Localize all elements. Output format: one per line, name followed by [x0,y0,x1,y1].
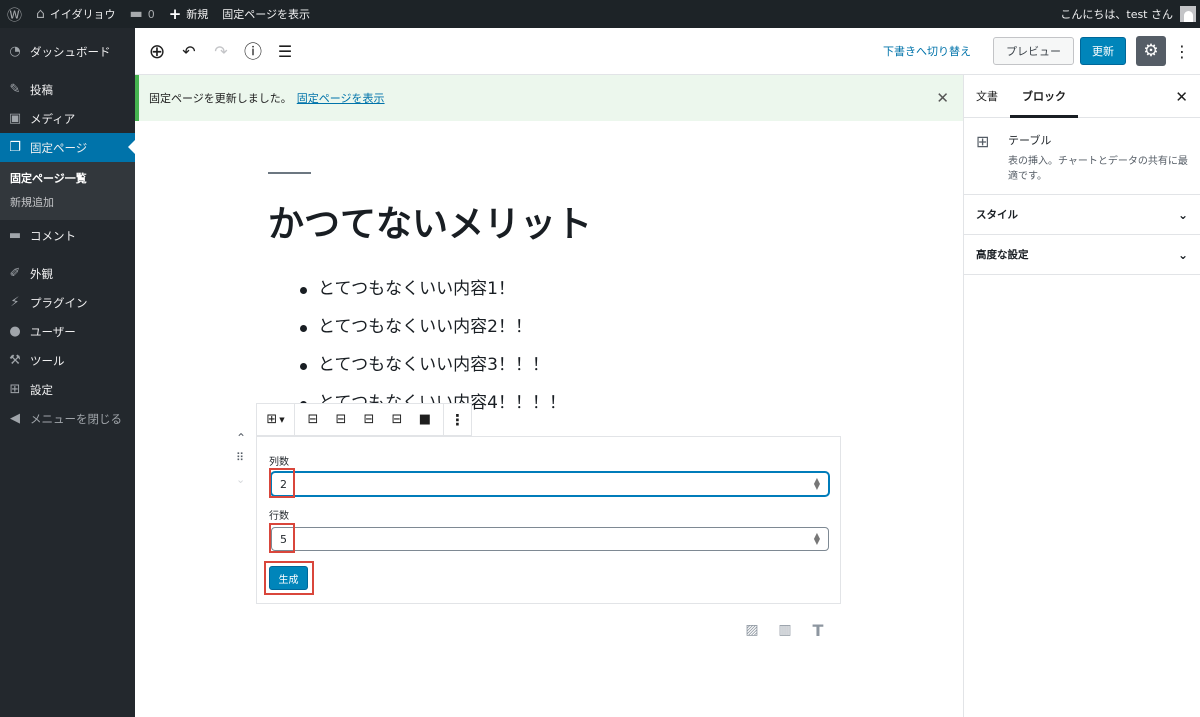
avatar[interactable] [1180,6,1196,22]
home-icon: ⌂ [36,6,45,22]
table-placeholder: 列数 2 ▲ ▼ 行数 5 ▲ ▼ 生成 [256,436,841,604]
switch-to-draft-button[interactable]: 下書きへ切り替え [883,43,971,59]
sidebar-item-pages[interactable]: ❐ 固定ページ [0,133,135,162]
dashboard-icon: ◔ [9,44,21,59]
block-card: ⊞ テーブル 表の挿入。チャートとデータの共有に最適です。 [964,118,1200,195]
image-icon[interactable]: ▨ [742,620,762,640]
highlight-box [269,523,295,553]
preview-button[interactable]: プレビュー [993,37,1074,65]
table-icon: ⊞ [976,132,990,151]
sidebar-item-settings[interactable]: ⊞ 設定 [0,375,135,404]
separator-block[interactable] [268,172,311,174]
align-right-icon[interactable]: ⊟ [355,412,383,427]
sidebar-item-appearance[interactable]: ✐ 外観 [0,259,135,288]
align-center-icon[interactable]: ⊟ [327,412,355,427]
tab-block[interactable]: ブロック [1010,75,1078,118]
move-down-icon[interactable]: ⌄ [236,473,245,486]
move-up-icon[interactable]: ⌃ [236,431,246,445]
list-item[interactable]: とてつもなくいい内容2！！ [300,314,566,352]
text-icon[interactable]: T [808,620,828,640]
undo-icon[interactable]: ↶ [173,35,205,67]
block-more-icon[interactable]: ⋮ [444,411,471,429]
advanced-panel-toggle[interactable]: 高度な設定 ⌄ [964,235,1200,275]
rows-label: 行数 [269,511,289,522]
caret-down-icon: ▼ [279,415,285,424]
align-wide-icon[interactable]: ⊟ [383,412,411,427]
sidebar-item-plugins[interactable]: ⚡ プラグイン [0,288,135,317]
notice-text: 固定ページを更新しました。 [149,92,292,105]
tab-document[interactable]: 文書 [964,75,1010,118]
update-notice: 固定ページを更新しました。 固定ページを表示 ✕ [135,75,963,121]
block-card-description: 表の挿入。チャートとデータの共有に最適です。 [1008,156,1188,182]
list-item[interactable]: とてつもなくいい内容1！ [300,276,566,314]
rows-input[interactable]: 5 ▲ ▼ [271,527,829,551]
settings-sidebar: 文書 ブロック ✕ ⊞ テーブル 表の挿入。チャートとデータの共有に最適です。 … [963,75,1200,717]
spinner-icon[interactable]: ▲ ▼ [814,477,820,491]
settings-icon: ⊞ [9,382,21,397]
table-block-switcher[interactable]: ⊞ ▼ [257,404,295,435]
update-button[interactable]: 更新 [1080,37,1126,65]
submenu-add-new[interactable]: 新規追加 [0,191,135,215]
heading-block[interactable]: かつてないメリット [268,195,592,247]
plugin-icon: ⚡ [10,295,20,310]
admin-bar: Ⓦ ⌂ イイダリョウ ▬ 0 + 新規 固定ページを表示 こんにちは、test さん [0,0,1200,28]
sidebar-item-media[interactable]: ▣ メディア [0,104,135,133]
table-icon: ⊞ [266,412,278,427]
sidebar-item-comments[interactable]: ▬ コメント [0,221,135,250]
admin-sidebar: ◔ ダッシュボード ✎ 投稿 ▣ メディア ❐ 固定ページ 固定ページ一覧 新規追加 ▬… [0,28,135,717]
comment-icon: ▬ [8,228,22,243]
media-icon: ▣ [8,111,22,126]
info-icon[interactable]: ⓘ [237,35,269,67]
style-panel-toggle[interactable]: スタイル ⌄ [964,195,1200,235]
user-icon: ● [9,324,21,339]
more-options-icon[interactable]: ⋮ [1172,36,1192,66]
brush-icon: ✐ [9,266,21,281]
chevron-down-icon: ⌄ [1177,247,1188,262]
spinner-icon[interactable]: ▲ ▼ [814,532,820,546]
drag-handle-icon[interactable]: ⠿ [236,451,244,464]
collapse-icon: ◀ [10,411,20,426]
wordpress-logo-icon[interactable]: Ⓦ [0,0,29,28]
plus-icon: + [168,5,182,23]
site-name-link[interactable]: ⌂ イイダリョウ [29,0,122,28]
highlight-box [264,561,314,595]
sidebar-item-tools[interactable]: ⚒ ツール [0,346,135,375]
submenu-all-pages[interactable]: 固定ページ一覧 [0,167,135,191]
comment-icon: ▬ [129,6,143,22]
page-icon: ❐ [9,140,21,155]
chevron-down-icon: ⌄ [1177,207,1188,222]
comments-link[interactable]: ▬ 0 [122,0,161,28]
close-icon[interactable]: ✕ [936,89,949,107]
block-card-title: テーブル [1008,134,1052,147]
editor-toolbar: ⊕ ↶ ↷ ⓘ ☰ 下書きへ切り替え プレビュー 更新 ⚙ ⋮ [135,28,1200,75]
user-greeting[interactable]: こんにちは、test さん [1060,6,1173,22]
redo-icon[interactable]: ↷ [205,35,237,67]
add-block-icon[interactable]: ⊕ [141,35,173,67]
pin-icon: ✎ [9,82,21,97]
block-toolbar: ⊞ ▼ ⊟ ⊟ ⊟ ⊟ ■ ⋮ [256,403,472,436]
highlight-box [269,468,295,498]
editor-canvas: かつてないメリット とてつもなくいい内容1！ とてつもなくいい内容2！！ とてつ… [135,121,963,717]
collapse-menu-button[interactable]: ◀ メニューを閉じる [0,404,135,433]
new-content-link[interactable]: + 新規 [162,0,216,28]
columns-icon[interactable]: ▥ [775,620,795,640]
sidebar-item-dashboard[interactable]: ◔ ダッシュボード [0,37,135,66]
align-left-icon[interactable]: ⊟ [299,412,327,427]
wrench-icon: ⚒ [9,353,21,368]
sidebar-item-users[interactable]: ● ユーザー [0,317,135,346]
view-page-link[interactable]: 固定ページを表示 [215,0,317,28]
columns-input[interactable]: 2 ▲ ▼ [271,472,829,496]
columns-label: 列数 [269,457,289,468]
notice-view-page-link[interactable]: 固定ページを表示 [297,90,385,106]
sidebar-item-posts[interactable]: ✎ 投稿 [0,75,135,104]
pages-submenu: 固定ページ一覧 新規追加 [0,162,135,220]
list-item[interactable]: とてつもなくいい内容3！！！ [300,352,566,390]
close-icon[interactable]: ✕ [1175,88,1188,106]
align-full-icon[interactable]: ■ [411,412,439,427]
gear-icon[interactable]: ⚙ [1136,36,1166,66]
outline-icon[interactable]: ☰ [269,35,301,67]
inserter-shortcuts: ▨ ▥ T [742,620,828,640]
